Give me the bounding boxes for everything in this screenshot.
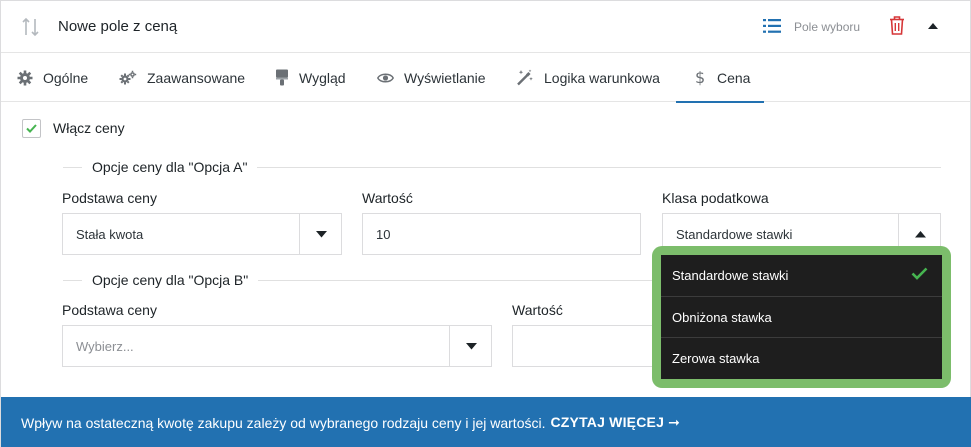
input-value: 10 bbox=[376, 226, 391, 242]
caret-down-icon bbox=[315, 230, 327, 237]
field-header: Nowe pole z ceną Pole wyboru bbox=[1, 1, 970, 53]
price-basis-label: Podstawa ceny bbox=[62, 190, 157, 206]
option-label: Standardowe stawki bbox=[672, 268, 789, 283]
settings-tabs: Ogólne Zaawansowane Wygląd Wyświetlanie … bbox=[1, 53, 970, 103]
caret-up-icon bbox=[914, 230, 926, 237]
tab-label: Logika warunkowa bbox=[544, 69, 660, 86]
price-basis-dropdown-button[interactable] bbox=[449, 325, 492, 367]
info-text: Wpływ na ostateczną kwotę zakupu zależy … bbox=[21, 414, 546, 431]
price-basis-label: Podstawa ceny bbox=[62, 302, 157, 318]
section-legend-option-b: Opcje ceny dla "Opcja B" bbox=[82, 272, 259, 288]
checkmark-icon bbox=[26, 124, 37, 133]
tab-label: Zaawansowane bbox=[147, 69, 246, 86]
field-type-label: Pole wyboru bbox=[794, 20, 861, 34]
dollar-icon: $ bbox=[695, 69, 705, 86]
price-basis-dropdown-button[interactable] bbox=[299, 213, 342, 255]
select-value: Standardowe stawki bbox=[676, 226, 793, 242]
chevron-up-icon[interactable] bbox=[927, 22, 939, 30]
tab-label: Cena bbox=[717, 69, 751, 86]
option-label: Zerowa stawka bbox=[672, 350, 760, 366]
read-more-link[interactable]: CZYTAJ WIĘCEJ ➞ bbox=[550, 414, 680, 431]
select-placeholder: Wybierz... bbox=[76, 338, 134, 354]
field-editor-panel: Nowe pole z ceną Pole wyboru Ogólne Zaaw… bbox=[0, 0, 971, 447]
value-label: Wartość bbox=[362, 190, 413, 206]
magic-wand-icon bbox=[517, 69, 533, 86]
tab-label: Wyświetlanie bbox=[404, 69, 486, 86]
paint-brush-icon bbox=[276, 69, 288, 86]
enable-prices-checkbox[interactable] bbox=[22, 119, 41, 138]
value-label: Wartość bbox=[512, 302, 563, 318]
caret-down-icon bbox=[465, 342, 477, 349]
option-label: Obniżona stawka bbox=[672, 309, 772, 325]
tax-class-label: Klasa podatkowa bbox=[662, 190, 769, 206]
tab-label: Wygląd bbox=[299, 69, 346, 86]
tab-display[interactable]: Wyświetlanie bbox=[377, 53, 486, 102]
tab-price[interactable]: $ Cena bbox=[676, 53, 764, 103]
tax-option-reduced[interactable]: Obniżona stawka bbox=[661, 296, 942, 337]
tab-advanced[interactable]: Zaawansowane bbox=[119, 53, 245, 102]
tab-general[interactable]: Ogólne bbox=[17, 53, 88, 102]
tax-option-standard[interactable]: Standardowe stawki bbox=[661, 255, 942, 296]
tax-class-options-list: Standardowe stawki Obniżona stawka Zerow… bbox=[661, 255, 942, 379]
sort-arrows-icon[interactable] bbox=[21, 16, 41, 38]
value-input[interactable] bbox=[512, 325, 672, 367]
value-input[interactable]: 10 bbox=[362, 213, 641, 255]
gear-icon bbox=[17, 70, 33, 85]
field-title: Nowe pole z ceną bbox=[58, 18, 178, 35]
list-icon bbox=[763, 19, 781, 33]
eye-icon bbox=[377, 73, 394, 82]
checkmark-icon bbox=[911, 267, 928, 280]
section-legend-option-a: Opcje ceny dla "Opcja A" bbox=[82, 159, 258, 175]
gears-icon bbox=[119, 70, 137, 84]
enable-prices-label: Włącz ceny bbox=[53, 120, 125, 136]
tab-conditional-logic[interactable]: Logika warunkowa bbox=[516, 53, 660, 102]
select-value: Stała kwota bbox=[76, 226, 144, 242]
trash-icon[interactable] bbox=[889, 16, 905, 35]
tab-label: Ogólne bbox=[43, 69, 89, 86]
price-basis-select[interactable]: Wybierz... bbox=[62, 325, 492, 367]
svg-text:$: $ bbox=[695, 69, 705, 86]
tax-option-zero[interactable]: Zerowa stawka bbox=[661, 337, 942, 378]
info-bar: Wpływ na ostateczną kwotę zakupu zależy … bbox=[1, 397, 971, 447]
tab-appearance[interactable]: Wygląd bbox=[275, 53, 346, 102]
